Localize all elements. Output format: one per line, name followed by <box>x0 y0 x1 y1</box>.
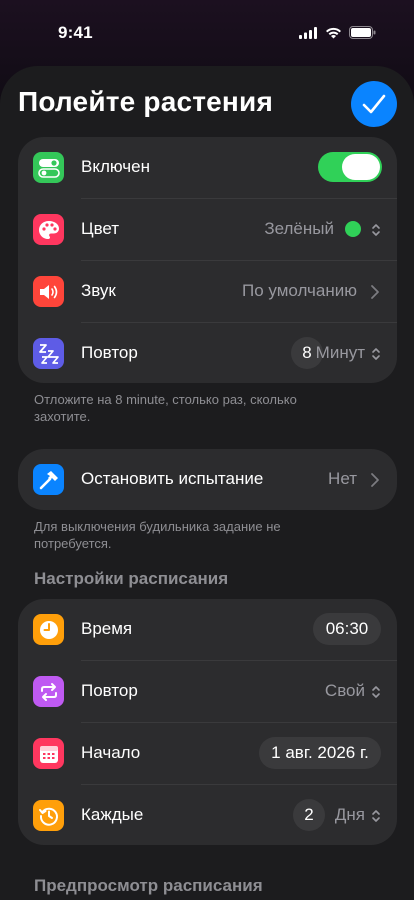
chevron-right-icon <box>371 473 379 487</box>
alarm-settings-group: Включен Цвет Зелёный Звук По умолчанию П… <box>18 137 397 383</box>
color-swatch <box>345 221 361 237</box>
status-bar: 9:41 <box>0 0 414 64</box>
page-title: Полейте растения <box>18 86 273 117</box>
preview-section-header: Предпросмотр расписания <box>34 876 263 895</box>
schedule-section-header: Настройки расписания <box>34 569 229 588</box>
time-picker[interactable]: 06:30 <box>313 613 381 645</box>
wifi-icon <box>326 27 341 38</box>
status-time: 9:41 <box>58 23 93 42</box>
hammer-icon <box>33 464 64 495</box>
snooze-row[interactable]: Повтор 8 Минут <box>18 323 397 385</box>
enabled-toggle[interactable] <box>318 152 382 182</box>
every-row[interactable]: Каждые 2 Дня <box>18 785 397 847</box>
challenge-label: Остановить испытание <box>81 469 264 488</box>
every-unit: Дня <box>334 805 365 824</box>
zzz-icon <box>33 338 64 369</box>
start-date-picker[interactable]: 1 авг. 2026 г. <box>259 737 381 769</box>
palette-icon <box>33 214 64 245</box>
time-row: Время 06:30 <box>18 599 397 661</box>
challenge-row[interactable]: Остановить испытание Нет <box>18 449 397 510</box>
sound-value: По умолчанию <box>242 281 357 300</box>
enabled-row: Включен <box>18 137 397 199</box>
clock-icon <box>33 614 64 645</box>
challenge-value: Нет <box>328 469 357 488</box>
up-down-chevron-icon <box>372 348 380 360</box>
up-down-chevron-icon <box>372 224 380 236</box>
enabled-label: Включен <box>81 157 150 176</box>
color-value: Зелёный <box>264 219 334 238</box>
history-clock-icon <box>33 800 64 831</box>
time-label: Время <box>81 619 133 638</box>
sound-label: Звук <box>81 281 116 300</box>
chevron-right-icon <box>371 285 379 299</box>
every-number[interactable]: 2 <box>293 799 325 831</box>
speaker-icon <box>33 276 64 307</box>
repeat-value: Свой <box>324 681 365 700</box>
battery-icon <box>349 26 376 39</box>
repeat-arrows-icon <box>33 676 64 707</box>
status-icons <box>299 26 376 39</box>
calendar-icon <box>33 738 64 769</box>
toggle-switch-icon <box>33 152 64 183</box>
repeat-row[interactable]: Повтор Свой <box>18 661 397 723</box>
snooze-unit: Минут <box>315 343 365 362</box>
start-label: Начало <box>81 743 141 762</box>
start-row: Начало 1 авг. 2026 г. <box>18 723 397 785</box>
color-label: Цвет <box>81 219 120 238</box>
color-row[interactable]: Цвет Зелёный <box>18 199 397 261</box>
done-button[interactable] <box>351 81 397 127</box>
schedule-group: Время 06:30 Повтор Свой Начало 1 авг. 20… <box>18 599 397 845</box>
challenge-footnote: Для выключения будильника задание не пот… <box>34 519 281 551</box>
snooze-label: Повтор <box>81 343 138 362</box>
snooze-footnote: Отложите на 8 minute, столько раз, сколь… <box>34 392 297 424</box>
up-down-chevron-icon <box>372 810 380 822</box>
checkmark-icon <box>362 94 386 114</box>
sound-row[interactable]: Звук По умолчанию <box>18 261 397 323</box>
repeat-label: Повтор <box>81 681 138 700</box>
cellular-signal-icon <box>299 26 317 39</box>
every-label: Каждые <box>81 805 144 824</box>
challenge-group: Остановить испытание Нет <box>18 449 397 510</box>
toggle-knob <box>342 154 380 180</box>
up-down-chevron-icon <box>372 686 380 698</box>
